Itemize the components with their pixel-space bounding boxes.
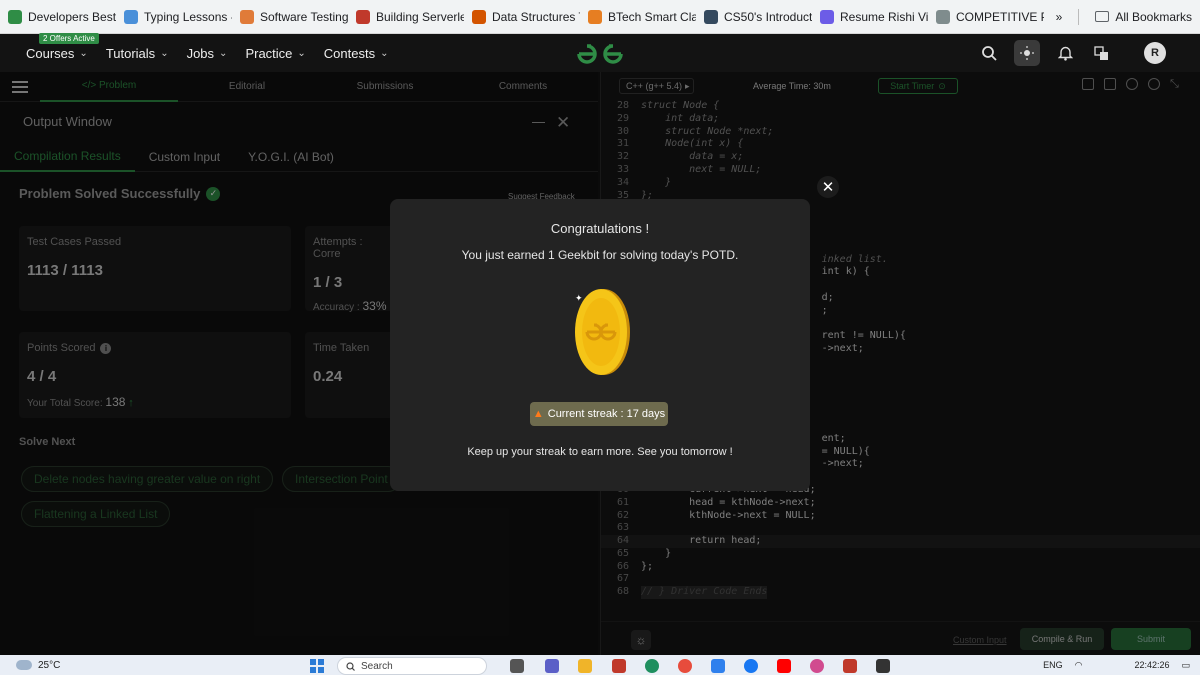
app-icon[interactable] bbox=[810, 659, 824, 673]
system-tray: ENG ◠ 22:42:26 ▭ bbox=[1043, 655, 1190, 675]
windows-start-icon[interactable] bbox=[310, 659, 324, 673]
bookmark-item[interactable]: BTech Smart Class bbox=[580, 0, 696, 34]
bookmark-item[interactable]: Data Structures Tut... bbox=[464, 0, 580, 34]
weather-widget[interactable]: 25°C bbox=[16, 660, 60, 671]
search-icon[interactable] bbox=[978, 42, 1000, 64]
gfg-logo-icon[interactable] bbox=[575, 41, 625, 67]
bookmark-favicon-icon bbox=[356, 9, 370, 24]
bookmark-label: CS50's Introduction... bbox=[724, 9, 812, 24]
bookmark-favicon-icon bbox=[240, 9, 254, 24]
modal-title: Congratulations ! bbox=[550, 221, 650, 236]
chevron-down-icon: ⌄ bbox=[380, 47, 389, 59]
search-placeholder: Search bbox=[361, 660, 393, 672]
chevron-down-icon: ⌄ bbox=[297, 47, 306, 59]
folder-icon bbox=[1095, 11, 1110, 22]
bookmark-label: Data Structures Tut... bbox=[492, 9, 580, 24]
main-nav: 2 Offers Active Courses ⌄ Tutorials ⌄ Jobs ⌄ Pr… bbox=[17, 33, 398, 72]
bookmark-favicon-icon bbox=[704, 9, 718, 24]
divider bbox=[1078, 8, 1080, 25]
bookmark-favicon-icon bbox=[936, 9, 950, 24]
bookmark-favicon-icon bbox=[472, 9, 486, 24]
bookmark-favicon-icon bbox=[124, 9, 138, 24]
bookmark-label: COMPETITIVE PROG... bbox=[956, 9, 1044, 24]
congratulations-modal: Congratulations ! You just earned 1 Geek… bbox=[390, 199, 810, 491]
chrome-icon[interactable] bbox=[678, 659, 692, 673]
all-bookmarks-label: All Bookmarks bbox=[1115, 9, 1192, 24]
bookmark-item[interactable]: Typing Lessons - Le... bbox=[116, 0, 232, 34]
fire-icon: ▲ bbox=[532, 408, 544, 420]
svg-text:✦: ✦ bbox=[575, 294, 583, 304]
nav-item-courses[interactable]: 2 Offers Active Courses ⌄ bbox=[17, 33, 99, 72]
chevron-down-icon: ⌄ bbox=[219, 47, 228, 59]
modal-footer-text: Keep up your streak to earn more. See yo… bbox=[467, 446, 733, 458]
header-actions: R bbox=[978, 34, 1166, 72]
taskbar-search[interactable]: Search bbox=[337, 657, 487, 675]
temperature: 25°C bbox=[38, 659, 61, 671]
nav-label: Tutorials bbox=[105, 45, 156, 61]
bookmark-favicon-icon bbox=[820, 9, 834, 24]
bell-icon[interactable] bbox=[1054, 42, 1076, 64]
store-icon[interactable] bbox=[612, 659, 626, 673]
task-view-icon[interactable] bbox=[510, 659, 524, 673]
nav-label: Courses bbox=[26, 45, 75, 61]
bookmark-label: Typing Lessons - Le... bbox=[144, 9, 232, 24]
bookmark-item[interactable]: Building Serverless... bbox=[348, 0, 464, 34]
nav-item-tutorials[interactable]: Tutorials ⌄ bbox=[97, 34, 178, 72]
clock[interactable]: 22:42:26 bbox=[1134, 660, 1169, 670]
bookmark-label: Software Testing | S... bbox=[260, 9, 348, 24]
offers-badge[interactable]: 2 Offers Active bbox=[39, 33, 99, 44]
bookmark-item[interactable]: Developers Best Pra... bbox=[0, 0, 116, 34]
vscode-icon[interactable] bbox=[711, 659, 725, 673]
avatar[interactable]: R bbox=[1144, 42, 1166, 64]
bookmark-label: Building Serverless... bbox=[376, 9, 464, 24]
streak-text: Current streak : 17 days bbox=[547, 408, 666, 420]
bookmark-label: Resume Rishi Vijay... bbox=[840, 9, 928, 24]
nav-label: Practice bbox=[245, 45, 293, 61]
translate-icon[interactable] bbox=[1090, 42, 1112, 64]
windows-taskbar: 25°C Search ENG ◠ 22:42:26 ▭ bbox=[0, 655, 1200, 675]
nav-item-contests[interactable]: Contests ⌄ bbox=[315, 34, 398, 72]
bookmark-item[interactable]: Software Testing | S... bbox=[232, 0, 348, 34]
modal-message: You just earned 1 Geekbit for solving to… bbox=[461, 248, 739, 262]
geekbit-coin-icon: ✦ bbox=[575, 289, 630, 375]
bookmark-label: Developers Best Pra... bbox=[28, 9, 116, 24]
teams-icon[interactable] bbox=[545, 659, 559, 673]
theme-sun-icon[interactable] bbox=[1014, 40, 1040, 66]
terminal-icon[interactable] bbox=[876, 659, 890, 673]
streak-badge: ▲ Current streak : 17 days bbox=[530, 402, 668, 426]
cloud-icon bbox=[16, 660, 32, 670]
bookmark-favicon-icon bbox=[588, 9, 602, 24]
file-explorer-icon[interactable] bbox=[578, 659, 592, 673]
nav-label: Jobs bbox=[186, 45, 215, 61]
close-icon[interactable]: ✕ bbox=[817, 176, 839, 198]
bookmark-item[interactable]: CS50's Introduction... bbox=[696, 0, 812, 34]
bookmark-item[interactable]: Resume Rishi Vijay... bbox=[812, 0, 928, 34]
bookmarks-bar: Developers Best Pra... Typing Lessons - L… bbox=[0, 0, 1200, 34]
bookmark-favicon-icon bbox=[8, 9, 22, 24]
notification-icon[interactable]: ▭ bbox=[1181, 660, 1190, 671]
bookmark-label: BTech Smart Class bbox=[608, 9, 696, 24]
youtube-icon[interactable] bbox=[777, 659, 791, 673]
more-bookmarks-button[interactable]: » bbox=[1048, 0, 1071, 34]
chevron-down-icon: ⌄ bbox=[160, 47, 169, 59]
wifi-icon[interactable]: ◠ bbox=[1075, 660, 1083, 671]
all-bookmarks-button[interactable]: All Bookmarks bbox=[1087, 0, 1200, 34]
nav-item-jobs[interactable]: Jobs ⌄ bbox=[178, 34, 237, 72]
bookmark-item[interactable]: COMPETITIVE PROG... bbox=[928, 0, 1044, 34]
edge-icon[interactable] bbox=[645, 659, 659, 673]
dev-icon[interactable] bbox=[843, 659, 857, 673]
nav-item-practice[interactable]: Practice ⌄ bbox=[236, 34, 314, 72]
chevron-down-icon: ⌄ bbox=[79, 47, 88, 59]
facebook-icon[interactable] bbox=[744, 659, 758, 673]
nav-label: Contests bbox=[323, 45, 376, 61]
language-indicator[interactable]: ENG bbox=[1043, 660, 1063, 670]
search-icon bbox=[346, 661, 355, 671]
